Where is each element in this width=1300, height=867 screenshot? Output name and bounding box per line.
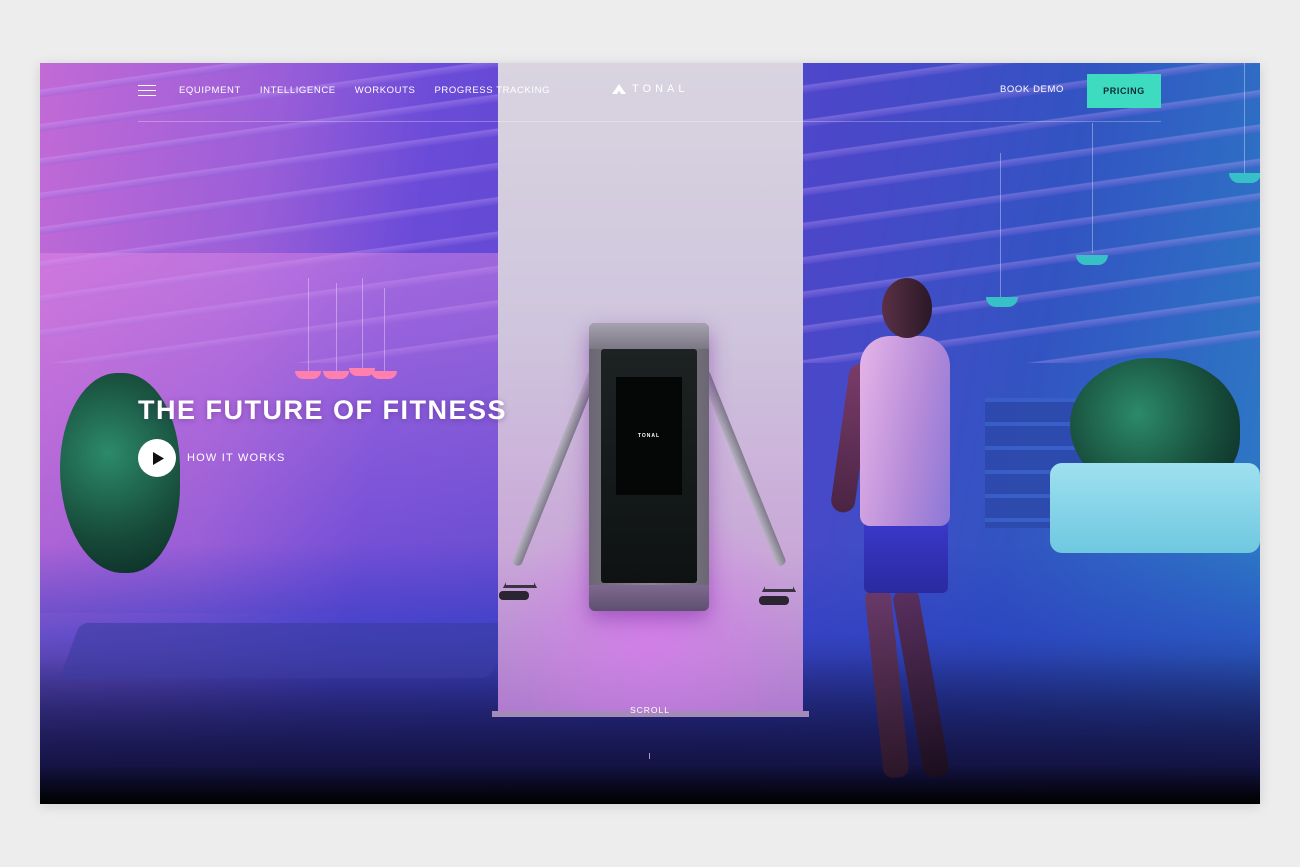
lamp-cord [1244,63,1245,173]
how-it-works-button[interactable]: HOW IT WORKS [138,439,286,477]
pendant-lamp [323,371,349,379]
lamp-cord [1000,153,1001,298]
logo-text: TONAL [632,83,689,95]
lamp-cord [336,283,337,373]
lamp-cord [362,278,363,370]
sofa [1050,463,1260,553]
device-bottom [589,585,709,611]
pendant-lamp [1076,255,1108,265]
lamp-cord [1092,123,1093,253]
tonal-device: TONAL [589,323,709,611]
pricing-button[interactable]: PRICING [1087,74,1161,108]
handle-grip-left [499,591,529,600]
play-icon [153,451,164,465]
how-it-works-label: HOW IT WORKS [187,452,286,464]
tonal-logo-icon [612,84,626,94]
scroll-indicator-label[interactable]: SCROLL [40,705,1260,715]
person-figure [829,278,970,798]
device-top [589,323,709,349]
nav-link-equipment[interactable]: EQUIPMENT [179,85,241,96]
nav-link-intelligence[interactable]: INTELLIGENCE [260,85,336,96]
lamp-cord [384,288,385,373]
pendant-lamp [371,371,397,379]
nav-link-progress-tracking[interactable]: PROGRESS TRACKING [434,85,550,96]
device-panel: TONAL [601,349,697,583]
rug [59,623,511,678]
person-head [882,278,932,338]
hamburger-menu-icon[interactable] [138,85,156,97]
tonal-logo[interactable]: TONAL [612,83,688,95]
handle-grip-right [759,596,789,605]
nav-links: EQUIPMENT INTELLIGENCE WORKOUTS PROGRESS… [179,85,550,96]
device-logo: TONAL [637,433,661,439]
pendant-lamp [1229,173,1260,183]
play-button[interactable] [138,439,176,477]
hero-title: THE FUTURE OF FITNESS [138,395,507,425]
nav-link-workouts[interactable]: WORKOUTS [355,85,416,96]
lamp-cord [308,278,309,373]
top-navigation: EQUIPMENT INTELLIGENCE WORKOUTS PROGRESS… [138,63,1161,122]
person-torso [860,336,950,526]
pendant-lamp [986,297,1018,307]
book-demo-link[interactable]: BOOK DEMO [1000,84,1064,95]
page-viewport: TONAL EQUIPMENT INTELLIGENCE WORKOUTS PR… [40,63,1260,804]
device-display: TONAL [616,377,682,495]
pendant-lamp [295,371,321,379]
scroll-indicator-line [649,753,650,759]
